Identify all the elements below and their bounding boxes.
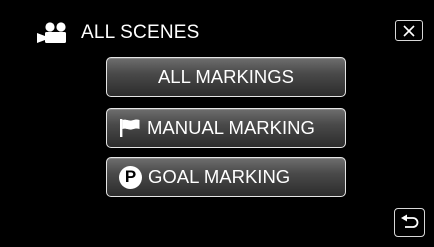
close-button[interactable] xyxy=(395,20,423,41)
goal-p-icon: P xyxy=(119,165,142,189)
close-icon xyxy=(403,24,415,37)
all-markings-label: ALL MARKINGS xyxy=(157,66,295,87)
page-title: ALL SCENES xyxy=(81,22,200,43)
back-button[interactable] xyxy=(394,208,425,237)
manual-marking-button[interactable]: MANUAL MARKING xyxy=(106,108,346,148)
return-arrow-icon xyxy=(400,214,418,228)
goal-marking-button[interactable]: P GOAL MARKING xyxy=(106,157,346,197)
header: ALL SCENES xyxy=(37,20,200,46)
movie-camera-icon xyxy=(37,22,66,43)
goal-marking-label: GOAL MARKING xyxy=(148,166,291,187)
manual-marking-label: MANUAL MARKING xyxy=(147,117,315,138)
flag-icon xyxy=(120,119,140,137)
all-markings-button[interactable]: ALL MARKINGS xyxy=(106,57,346,97)
screen: ALL SCENES ALL MARKINGS MANUAL MARKING P… xyxy=(0,0,434,247)
